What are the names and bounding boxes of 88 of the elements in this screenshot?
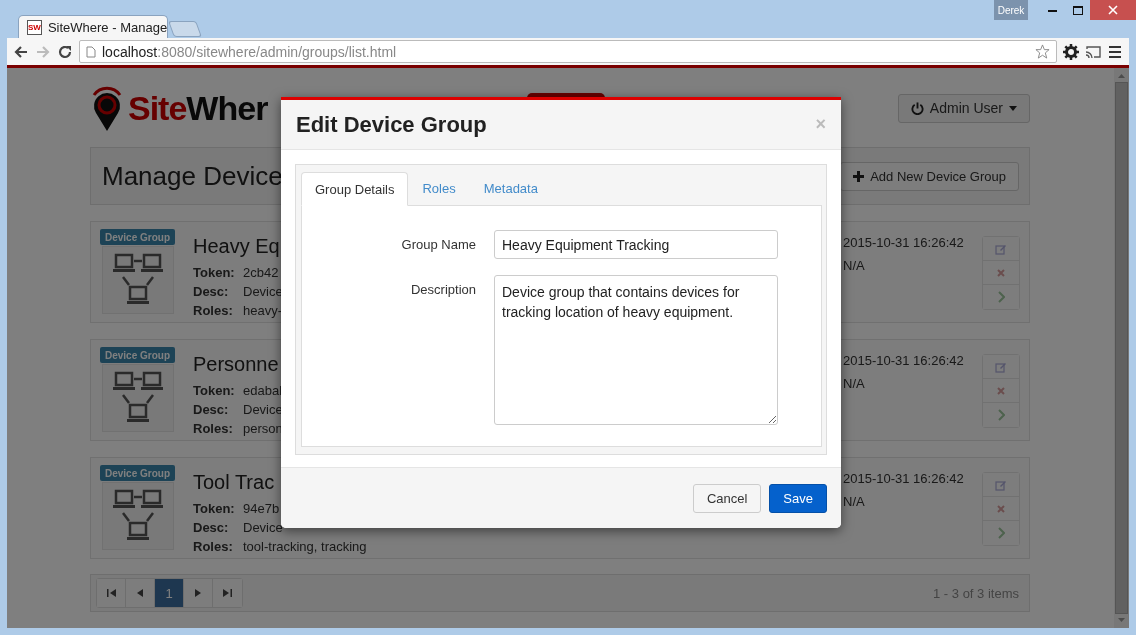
group-badge: Device Group: [100, 229, 175, 245]
address-bar[interactable]: localhost:8080/sitewhere/admin/groups/list.html: [79, 40, 1057, 63]
scrollbar[interactable]: [1114, 68, 1129, 628]
dialog-tab[interactable]: Group Details: [301, 172, 409, 206]
updated-date: N/A: [843, 376, 865, 391]
field-label: Token:: [193, 501, 236, 516]
description-value: Device: [243, 284, 283, 299]
cast-icon[interactable]: [1085, 43, 1101, 60]
name-field[interactable]: Heavy Equipment Tracking: [494, 230, 778, 259]
field-label: Desc:: [193, 284, 230, 299]
created-date: 2015-10-31 16:26:42: [843, 471, 964, 486]
dialog-tab[interactable]: Roles: [408, 171, 470, 205]
group-name: Heavy Eq: [193, 235, 280, 259]
dialog-title: Edit Device Group: [296, 111, 487, 138]
forward-icon[interactable]: [35, 43, 51, 60]
chevron-icon: [997, 409, 1005, 421]
caret-icon: [1009, 105, 1017, 111]
created-date: 2015-10-31 16:26:42: [843, 353, 964, 368]
edit-button[interactable]: [983, 473, 1019, 497]
roles-value: heavy-: [243, 303, 283, 318]
favicon: SW: [27, 19, 42, 35]
save-button[interactable]: Save: [769, 483, 827, 513]
back-icon[interactable]: [13, 43, 29, 60]
cross-icon: [996, 267, 1006, 278]
group-name: Personne: [193, 353, 279, 377]
first-page-icon: [106, 589, 116, 597]
triangle-right-icon: [195, 589, 201, 597]
field-label: Desc:: [193, 520, 230, 535]
page-button[interactable]: 1: [155, 579, 184, 607]
star-icon[interactable]: [1035, 44, 1050, 59]
network-icon: [102, 482, 174, 550]
group-badge: Device Group: [100, 347, 175, 363]
description-value: Device: [243, 520, 283, 535]
dialog-tab[interactable]: Metadata: [469, 171, 552, 205]
menu-icon[interactable]: [1107, 43, 1123, 60]
browser-tab[interactable]: SW SiteWhere - Manage: [18, 15, 168, 38]
field-label: Roles:: [193, 303, 234, 318]
last-page-icon: [223, 589, 232, 597]
first-page-button[interactable]: [97, 579, 126, 607]
maximize-icon: [1072, 5, 1083, 15]
cross-icon: [996, 503, 1006, 514]
page-icon: [86, 45, 96, 58]
network-icon: [102, 364, 174, 432]
edit-icon: [995, 242, 1007, 255]
edit-icon: [995, 360, 1007, 373]
roles-value: person: [243, 421, 283, 436]
edit-button[interactable]: [983, 355, 1019, 379]
edit-icon: [995, 478, 1007, 491]
roles-value: tool-tracking, tracking: [243, 539, 367, 554]
description-field[interactable]: Device group that contains devices for tracking location of heavy equipment.: [494, 275, 778, 425]
tab-title: SiteWhere - Manage: [47, 19, 168, 35]
page-title: Manage Device: [102, 160, 283, 192]
close-icon: [1108, 5, 1118, 15]
triangle-left-icon: [137, 589, 143, 597]
user-menu-button[interactable]: Admin User: [897, 93, 1030, 123]
scroll-up-icon[interactable]: [1118, 72, 1125, 80]
cancel-button[interactable]: Cancel: [692, 483, 762, 513]
profile-name[interactable]: Derek: [994, 0, 1028, 20]
logo-text: SiteWher: [128, 88, 268, 128]
field-label: Token:: [193, 383, 236, 398]
updated-date: N/A: [843, 494, 865, 509]
minimize-icon: [1048, 8, 1057, 12]
token-value: 2cb42: [243, 265, 279, 280]
chevron-icon: [997, 291, 1005, 303]
network-icon: [102, 246, 174, 314]
cross-icon: [996, 385, 1006, 396]
description-value: Device: [243, 402, 283, 417]
chevron-icon: [997, 527, 1005, 539]
field-label: Roles:: [193, 539, 234, 554]
field-label: Token:: [193, 265, 236, 280]
reload-icon[interactable]: [57, 43, 73, 60]
field-label: Desc:: [193, 402, 230, 417]
updated-date: N/A: [843, 258, 865, 273]
add-group-button[interactable]: Add New Device Group: [840, 161, 1019, 191]
settings-icon[interactable]: [1063, 43, 1079, 60]
group-name: Tool Trac: [193, 471, 275, 495]
scroll-down-icon[interactable]: [1118, 616, 1125, 624]
field-label: Group Name: [400, 236, 476, 252]
power-icon: [910, 101, 924, 115]
edit-button[interactable]: [983, 237, 1019, 261]
plus-icon: [853, 170, 865, 182]
token-value: edabal: [243, 383, 283, 398]
new-tab-button[interactable]: [168, 21, 202, 37]
token-value: 94e7b: [243, 501, 280, 516]
field-label: Description: [409, 281, 476, 297]
group-badge: Device Group: [100, 465, 175, 481]
created-date: 2015-10-31 16:26:42: [843, 235, 964, 250]
field-label: Roles:: [193, 421, 234, 436]
